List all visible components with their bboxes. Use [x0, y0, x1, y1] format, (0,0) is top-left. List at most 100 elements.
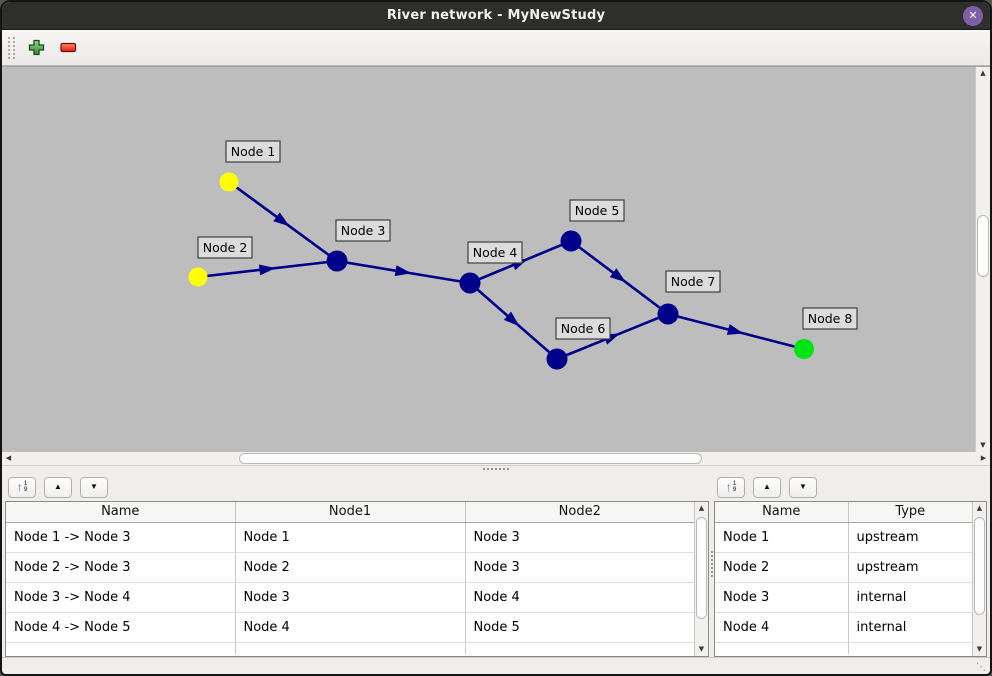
network-node[interactable] [794, 339, 814, 359]
sort-ascending-icon: ↑ 19 [726, 481, 737, 494]
edge-table[interactable]: NameNode1Node2Node 1 -> Node 3Node 1Node… [6, 502, 694, 654]
edge-arrow-icon [727, 324, 745, 339]
resize-grip-icon[interactable]: ⋱ [976, 662, 987, 673]
edge-panel: ↑ 19 ▲ ▼ NameNode1Node2Node 1 -> Node 3N… [2, 471, 709, 657]
scroll-down-icon[interactable]: ▼ [976, 439, 990, 452]
column-header[interactable]: Name [715, 502, 848, 522]
status-bar: ⋱ [2, 657, 990, 674]
node-label: Node 2 [203, 240, 248, 255]
plus-icon [28, 39, 45, 56]
scroll-up-icon[interactable]: ▲ [973, 502, 986, 515]
table-cell[interactable]: Node 3 -> Node 4 [6, 582, 235, 612]
table-cell[interactable]: Node 2 -> Node 3 [6, 552, 235, 582]
table-cell[interactable]: Node 3 [465, 522, 694, 552]
remove-button[interactable] [54, 34, 82, 62]
move-down-icon: ▼ [799, 483, 807, 491]
table-row-partial [6, 642, 694, 654]
node-sort-button[interactable]: ↑ 19 [717, 477, 745, 498]
scroll-right-icon[interactable]: ▶ [977, 452, 990, 465]
node-label: Node 1 [231, 144, 276, 159]
table-cell[interactable]: Node 1 [715, 522, 848, 552]
move-down-icon: ▼ [90, 483, 98, 491]
toolbar-drag-handle[interactable] [8, 37, 15, 59]
table-row[interactable]: Node 4internal [715, 612, 972, 642]
network-node[interactable] [561, 231, 582, 252]
table-cell[interactable]: Node 4 [235, 612, 465, 642]
node-label: Node 7 [671, 274, 716, 289]
table-row[interactable]: Node 1upstream [715, 522, 972, 552]
canvas-vertical-scrollbar[interactable]: ▲ ▼ [975, 67, 990, 452]
table-cell[interactable]: upstream [848, 552, 972, 582]
table-cell[interactable]: Node 1 -> Node 3 [6, 522, 235, 552]
table-cell[interactable]: upstream [848, 522, 972, 552]
canvas-vscroll-track[interactable] [976, 80, 990, 439]
canvas-hscroll-thumb[interactable] [239, 453, 702, 464]
table-row[interactable]: Node 2 -> Node 3Node 2Node 3 [6, 552, 694, 582]
table-cell[interactable]: Node 3 [465, 552, 694, 582]
scroll-up-icon[interactable]: ▲ [976, 67, 990, 80]
table-cell[interactable]: Node 4 [715, 612, 848, 642]
close-icon: ✕ [968, 6, 977, 26]
app-window: River network - MyNewStudy ✕ No [0, 0, 992, 676]
node-label: Node 6 [561, 321, 606, 336]
node-panel: ↑ 19 ▲ ▼ NameTypeNode 1upstreamNode 2ups… [714, 471, 990, 657]
network-canvas[interactable]: Node 1Node 2Node 3Node 4Node 5Node 6Node… [2, 66, 990, 452]
node-move-up-button[interactable]: ▲ [753, 477, 781, 498]
edge-sort-button[interactable]: ↑ 19 [8, 477, 36, 498]
edge-table-wrap: NameNode1Node2Node 1 -> Node 3Node 1Node… [5, 501, 709, 657]
node-label: Node 8 [808, 311, 853, 326]
table-row[interactable]: Node 3internal [715, 582, 972, 612]
network-node[interactable] [460, 273, 481, 294]
table-cell[interactable]: internal [848, 612, 972, 642]
table-row[interactable]: Node 1 -> Node 3Node 1Node 3 [6, 522, 694, 552]
column-header[interactable]: Node1 [235, 502, 465, 522]
edge-move-down-button[interactable]: ▼ [80, 477, 108, 498]
scroll-up-icon[interactable]: ▲ [695, 502, 708, 515]
column-header[interactable]: Type [848, 502, 972, 522]
node-table-scroll-thumb[interactable] [974, 517, 985, 615]
table-row[interactable]: Node 2upstream [715, 552, 972, 582]
canvas-vscroll-thumb[interactable] [977, 215, 989, 277]
edge-table-scrollbar[interactable]: ▲ ▼ [694, 502, 708, 656]
edge-move-up-button[interactable]: ▲ [44, 477, 72, 498]
table-cell[interactable]: internal [848, 582, 972, 612]
titlebar[interactable]: River network - MyNewStudy ✕ [2, 2, 990, 30]
network-node[interactable] [189, 268, 208, 287]
scroll-left-icon[interactable]: ◀ [2, 452, 15, 465]
canvas-horizontal-scrollbar[interactable]: ◀ ▶ [2, 452, 990, 466]
node-panel-toolbar: ↑ 19 ▲ ▼ [714, 471, 987, 501]
table-cell[interactable]: Node 4 [465, 582, 694, 612]
move-up-icon: ▲ [763, 483, 771, 491]
scroll-down-icon[interactable]: ▼ [973, 643, 986, 656]
column-header[interactable]: Name [6, 502, 235, 522]
node-table-wrap: NameTypeNode 1upstreamNode 2upstreamNode… [714, 501, 987, 657]
table-cell[interactable]: Node 2 [235, 552, 465, 582]
node-label: Node 3 [341, 223, 386, 238]
node-move-down-button[interactable]: ▼ [789, 477, 817, 498]
table-cell[interactable]: Node 2 [715, 552, 848, 582]
window-title: River network - MyNewStudy [387, 8, 605, 23]
network-node[interactable] [547, 349, 568, 370]
table-cell[interactable]: Node 4 -> Node 5 [6, 612, 235, 642]
table-cell[interactable]: Node 1 [235, 522, 465, 552]
network-node[interactable] [658, 304, 679, 325]
table-cell[interactable]: Node 5 [465, 612, 694, 642]
edge-table-scroll-thumb[interactable] [696, 517, 707, 619]
table-cell[interactable]: Node 3 [235, 582, 465, 612]
main-toolbar [2, 30, 990, 66]
sort-ascending-icon: ↑ 19 [17, 481, 28, 494]
node-table[interactable]: NameTypeNode 1upstreamNode 2upstreamNode… [715, 502, 972, 654]
table-cell[interactable]: Node 3 [715, 582, 848, 612]
network-node[interactable] [220, 173, 239, 192]
network-canvas-svg[interactable]: Node 1Node 2Node 3Node 4Node 5Node 6Node… [2, 67, 975, 452]
bottom-panels: ↑ 19 ▲ ▼ NameNode1Node2Node 1 -> Node 3N… [2, 471, 990, 657]
add-button[interactable] [22, 34, 50, 62]
scroll-down-icon[interactable]: ▼ [695, 643, 708, 656]
node-label: Node 5 [575, 203, 620, 218]
table-row[interactable]: Node 3 -> Node 4Node 3Node 4 [6, 582, 694, 612]
table-row[interactable]: Node 4 -> Node 5Node 4Node 5 [6, 612, 694, 642]
close-button[interactable]: ✕ [963, 6, 983, 26]
column-header[interactable]: Node2 [465, 502, 694, 522]
network-node[interactable] [327, 251, 348, 272]
node-table-scrollbar[interactable]: ▲ ▼ [972, 502, 986, 656]
